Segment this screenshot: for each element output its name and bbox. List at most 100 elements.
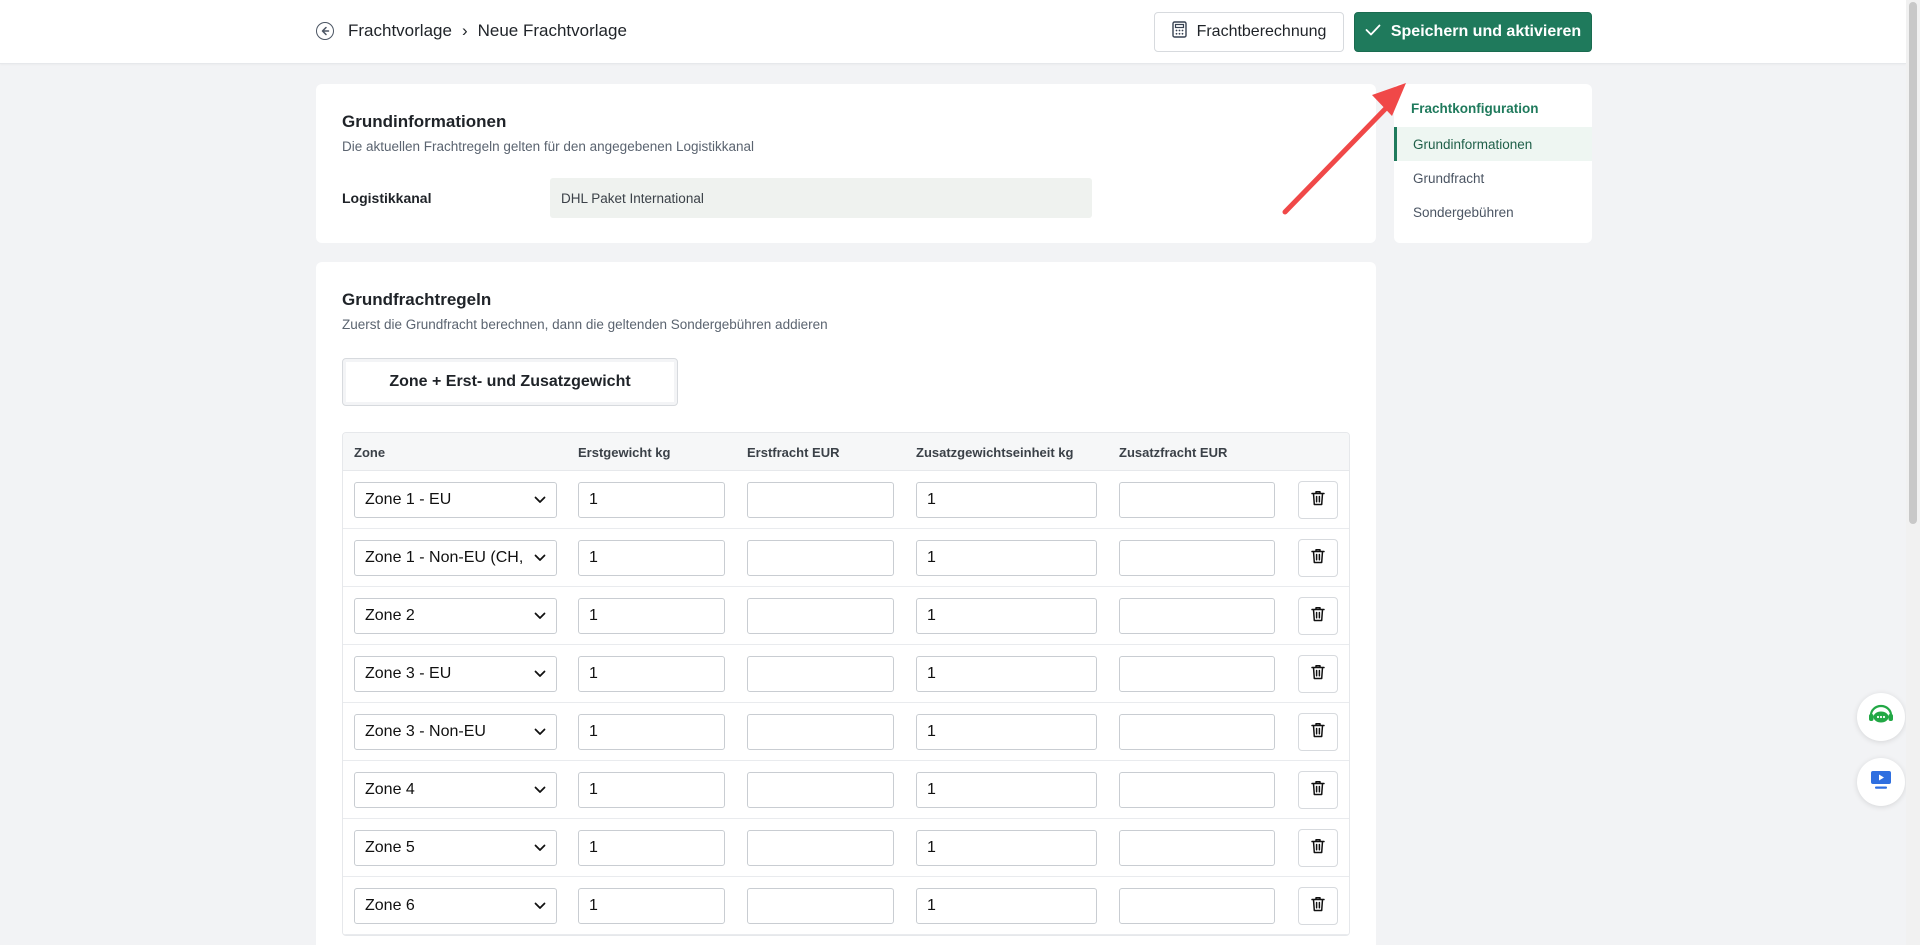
first-freight-input[interactable] <box>747 598 894 634</box>
first-freight-input[interactable] <box>747 656 894 692</box>
logistics-channel-field: DHL Paket International <box>550 178 1092 218</box>
trash-icon <box>1311 606 1325 627</box>
zone-select-value: Zone 6 <box>365 897 415 914</box>
chevron-down-icon <box>534 897 546 915</box>
check-icon <box>1365 23 1381 41</box>
additional-freight-input[interactable] <box>1119 830 1275 866</box>
additional-unit-input[interactable]: 1 <box>916 656 1097 692</box>
support-chat-button[interactable] <box>1857 693 1905 741</box>
first-freight-input[interactable] <box>747 772 894 808</box>
trash-icon <box>1311 896 1325 917</box>
additional-freight-input[interactable] <box>1119 714 1275 750</box>
basic-info-card: Grundinformationen Die aktuellen Frachtr… <box>316 84 1376 243</box>
trash-icon <box>1311 838 1325 859</box>
first-freight-input[interactable] <box>747 482 894 518</box>
delete-row-button[interactable] <box>1298 655 1338 693</box>
first-weight-input[interactable]: 1 <box>578 540 725 576</box>
first-weight-input[interactable]: 1 <box>578 714 725 750</box>
first-weight-input[interactable]: 1 <box>578 482 725 518</box>
first-freight-input[interactable] <box>747 540 894 576</box>
freight-config-nav: Frachtkonfiguration Grundinformationen G… <box>1394 84 1592 243</box>
base-freight-rules-card: Grundfrachtregeln Zuerst die Grundfracht… <box>316 262 1376 945</box>
additional-unit-input[interactable]: 1 <box>916 714 1097 750</box>
delete-row-button[interactable] <box>1298 481 1338 519</box>
table-row: Zone 5 1 1 <box>343 819 1349 877</box>
screen-share-button[interactable] <box>1857 758 1905 806</box>
freight-calculation-button[interactable]: Frachtberechnung <box>1154 12 1344 52</box>
zone-select[interactable]: Zone 2 <box>354 598 557 634</box>
zone-select-value: Zone 3 - Non-EU <box>365 723 486 740</box>
additional-unit-input[interactable]: 1 <box>916 540 1097 576</box>
zone-select[interactable]: Zone 3 - Non-EU <box>354 714 557 750</box>
first-freight-input[interactable] <box>747 714 894 750</box>
trash-icon <box>1311 490 1325 511</box>
additional-unit-input[interactable]: 1 <box>916 482 1097 518</box>
additional-freight-input[interactable] <box>1119 656 1275 692</box>
first-freight-input[interactable] <box>747 888 894 924</box>
delete-row-button[interactable] <box>1298 539 1338 577</box>
trash-icon <box>1311 780 1325 801</box>
basic-info-title: Grundinformationen <box>342 112 507 131</box>
headset-chat-icon <box>1867 703 1895 732</box>
additional-unit-input[interactable]: 1 <box>916 830 1097 866</box>
delete-row-button[interactable] <box>1298 597 1338 635</box>
column-header-additional-unit: Zusatzgewichtseinheit kg <box>916 445 1074 460</box>
calculator-icon <box>1171 21 1187 43</box>
nav-item-basic-info[interactable]: Grundinformationen <box>1394 127 1592 161</box>
zone-select[interactable]: Zone 3 - EU <box>354 656 557 692</box>
additional-unit-input[interactable]: 1 <box>916 598 1097 634</box>
table-row: Zone 3 - Non-EU 1 1 <box>343 703 1349 761</box>
zone-select[interactable]: Zone 5 <box>354 830 557 866</box>
additional-unit-input[interactable]: 1 <box>916 772 1097 808</box>
additional-freight-input[interactable] <box>1119 772 1275 808</box>
first-weight-input[interactable]: 1 <box>578 772 725 808</box>
zone-select-value: Zone 4 <box>365 781 415 798</box>
nav-item-surcharges[interactable]: Sondergebühren <box>1394 195 1592 229</box>
zone-select-value: Zone 1 - Non-EU (CH, <box>365 549 524 566</box>
delete-row-button[interactable] <box>1298 829 1338 867</box>
rules-title: Grundfrachtregeln <box>342 290 492 309</box>
breadcrumb-current: Neue Frachtvorlage <box>477 21 627 40</box>
breadcrumb-parent[interactable]: Frachtvorlage <box>348 21 452 41</box>
trash-icon <box>1311 664 1325 685</box>
chevron-down-icon <box>534 549 546 567</box>
table-row: Zone 1 - EU 1 1 <box>343 471 1349 529</box>
delete-row-button[interactable] <box>1298 887 1338 925</box>
table-body: Zone 1 - EU 1 1 Zone 1 - Non-EU (CH, 1 1 Zone … <box>343 471 1349 935</box>
delete-row-button[interactable] <box>1298 713 1338 751</box>
chevron-down-icon <box>534 723 546 741</box>
column-header-zone: Zone <box>354 445 386 460</box>
additional-freight-input[interactable] <box>1119 540 1275 576</box>
freight-calculation-label: Frachtberechnung <box>1196 23 1327 40</box>
nav-item-base-freight[interactable]: Grundfracht <box>1394 161 1592 195</box>
logistics-channel-label: Logistikkanal <box>342 190 432 206</box>
first-weight-input[interactable]: 1 <box>578 598 725 634</box>
breadcrumb-separator: › <box>461 21 468 40</box>
additional-freight-input[interactable] <box>1119 598 1275 634</box>
table-row: Zone 1 - Non-EU (CH, 1 1 <box>343 529 1349 587</box>
first-weight-input[interactable]: 1 <box>578 830 725 866</box>
additional-freight-input[interactable] <box>1119 888 1275 924</box>
chevron-down-icon <box>534 781 546 799</box>
save-and-activate-button[interactable]: Speichern und aktivieren <box>1354 12 1592 52</box>
zone-select[interactable]: Zone 6 <box>354 888 557 924</box>
pricing-mode-tab[interactable]: Zone + Erst- und Zusatzgewicht <box>342 358 678 406</box>
rules-subtitle: Zuerst die Grundfracht berechnen, dann d… <box>342 317 828 332</box>
column-header-additional-freight: Zusatzfracht EUR <box>1119 445 1228 460</box>
table-row: Zone 4 1 1 <box>343 761 1349 819</box>
zone-select[interactable]: Zone 1 - EU <box>354 482 557 518</box>
additional-unit-input[interactable]: 1 <box>916 888 1097 924</box>
table-row: Zone 3 - EU 1 1 <box>343 645 1349 703</box>
arrow-left-circle-icon[interactable] <box>316 22 334 40</box>
trash-icon <box>1311 548 1325 569</box>
first-freight-input[interactable] <box>747 830 894 866</box>
chevron-down-icon <box>534 491 546 509</box>
page-scrollbar-thumb[interactable] <box>1909 2 1917 524</box>
column-header-first-weight: Erstgewicht kg <box>578 445 671 460</box>
additional-freight-input[interactable] <box>1119 482 1275 518</box>
zone-select[interactable]: Zone 1 - Non-EU (CH, <box>354 540 557 576</box>
first-weight-input[interactable]: 1 <box>578 656 725 692</box>
zone-select[interactable]: Zone 4 <box>354 772 557 808</box>
delete-row-button[interactable] <box>1298 771 1338 809</box>
first-weight-input[interactable]: 1 <box>578 888 725 924</box>
